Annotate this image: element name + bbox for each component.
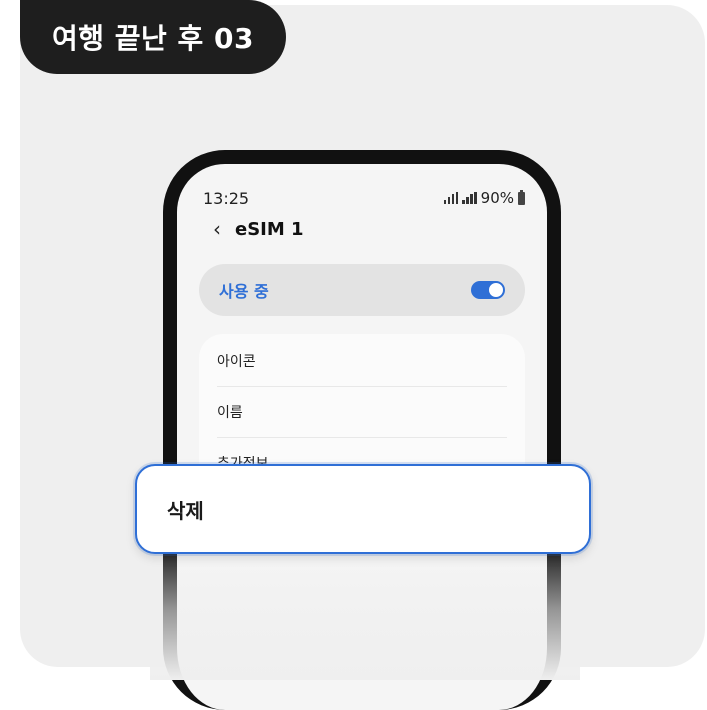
signal-icon bbox=[443, 192, 459, 204]
battery-icon bbox=[518, 189, 525, 205]
list-item-label: 아이콘 bbox=[217, 354, 256, 370]
in-use-label: 사용 중 bbox=[219, 282, 269, 301]
phone-fade-overlay bbox=[150, 540, 580, 680]
screen-title: eSIM 1 bbox=[235, 218, 304, 240]
battery-percent: 90% bbox=[480, 189, 514, 207]
status-bar: 13:25 90% bbox=[203, 186, 525, 210]
delete-label: 삭제 bbox=[167, 498, 204, 523]
signal-icon-2 bbox=[462, 192, 477, 204]
list-item-label: 이름 bbox=[217, 405, 243, 421]
step-badge: 여행 끝난 후 03 bbox=[20, 0, 286, 74]
list-item-icon[interactable]: 아이콘 bbox=[217, 336, 507, 387]
screen-header: ‹ eSIM 1 bbox=[213, 214, 304, 244]
switch-knob bbox=[488, 282, 504, 298]
chevron-left-icon[interactable]: ‹ bbox=[213, 217, 221, 241]
in-use-toggle-row[interactable]: 사용 중 bbox=[199, 264, 525, 316]
status-icons: 90% bbox=[443, 189, 525, 207]
step-badge-text: 여행 끝난 후 03 bbox=[51, 22, 254, 55]
list-item-name[interactable]: 이름 bbox=[217, 387, 507, 438]
status-time: 13:25 bbox=[203, 188, 250, 208]
in-use-switch[interactable] bbox=[471, 281, 505, 299]
delete-button[interactable]: 삭제 bbox=[135, 464, 591, 554]
